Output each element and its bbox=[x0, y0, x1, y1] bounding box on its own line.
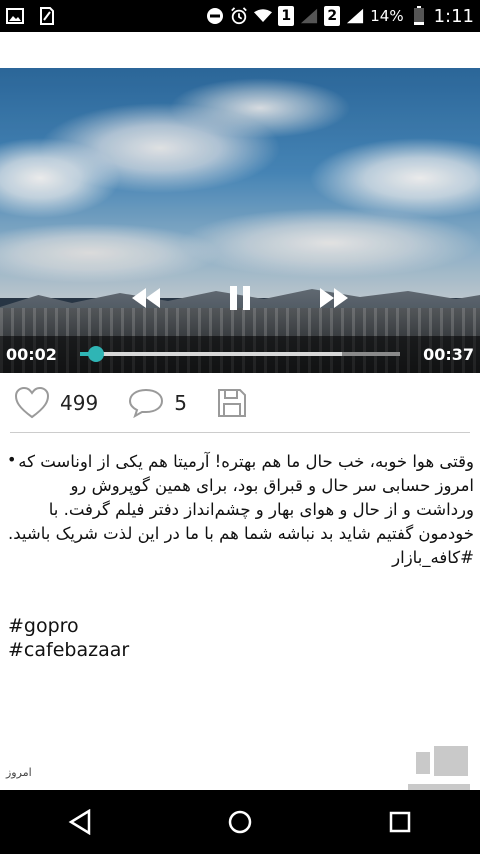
hashtag-cafebazaar[interactable]: #cafebazaar bbox=[8, 638, 129, 662]
battery-icon bbox=[410, 6, 428, 25]
video-player[interactable]: 00:02 00:37 bbox=[0, 68, 480, 373]
gallery-icon bbox=[6, 7, 24, 25]
recents-button[interactable] bbox=[370, 792, 430, 852]
do-not-disturb-icon bbox=[206, 7, 224, 25]
hashtags: #gopro #cafebazaar bbox=[8, 614, 129, 662]
seek-bar[interactable] bbox=[80, 346, 400, 362]
sim-manager-icon bbox=[38, 7, 56, 25]
seek-thumb[interactable] bbox=[88, 346, 104, 362]
total-time: 00:37 bbox=[423, 345, 474, 364]
heart-icon bbox=[14, 387, 50, 419]
save-button[interactable] bbox=[217, 388, 247, 418]
sim1-indicator: 1 bbox=[278, 6, 295, 26]
post-caption: وقتی هوا خوبه، خب حال ما هم بهتره! آرمیت… bbox=[8, 450, 474, 570]
comment-button[interactable]: 5 bbox=[128, 388, 187, 418]
comment-icon bbox=[129, 388, 164, 418]
wifi-icon bbox=[254, 7, 273, 25]
back-button[interactable] bbox=[50, 792, 110, 852]
back-icon bbox=[68, 809, 91, 835]
post-actions: 499 5 bbox=[0, 373, 480, 433]
signal-icon bbox=[346, 7, 364, 25]
sim2-indicator: 2 bbox=[324, 6, 341, 26]
playback-controls bbox=[0, 276, 480, 320]
post-date: امروز bbox=[6, 766, 32, 779]
recents-icon bbox=[389, 811, 411, 833]
rewind-icon bbox=[132, 288, 160, 308]
home-icon bbox=[228, 810, 252, 834]
comment-count: 5 bbox=[174, 391, 187, 415]
battery-percent: 14% bbox=[370, 7, 404, 25]
app-header bbox=[0, 32, 480, 68]
alarm-icon bbox=[230, 7, 248, 25]
caption-text: وقتی هوا خوبه، خب حال ما هم بهتره! آرمیت… bbox=[8, 452, 474, 543]
save-icon bbox=[217, 389, 246, 417]
home-button[interactable] bbox=[210, 792, 270, 852]
divider bbox=[10, 432, 470, 433]
hashtag-cafebazaar-fa[interactable]: #کافه_بازار bbox=[8, 546, 474, 570]
clock: 1:11 bbox=[433, 5, 474, 27]
fast-forward-icon bbox=[320, 288, 348, 308]
signal-icon bbox=[300, 7, 318, 25]
pause-icon bbox=[230, 286, 250, 310]
like-button[interactable]: 499 bbox=[14, 387, 98, 419]
seek-bar-row: 00:02 00:37 bbox=[0, 336, 480, 373]
rewind-button[interactable] bbox=[128, 280, 164, 316]
elapsed-time: 00:02 bbox=[6, 345, 57, 364]
navigation-bar bbox=[0, 790, 480, 854]
fast-forward-button[interactable] bbox=[316, 280, 352, 316]
status-bar: 1 2 14% 1:11 bbox=[0, 0, 480, 32]
buffered-bar bbox=[80, 352, 343, 356]
pause-button[interactable] bbox=[222, 280, 258, 316]
like-count: 499 bbox=[60, 391, 99, 415]
hashtag-gopro[interactable]: #gopro bbox=[8, 614, 129, 638]
